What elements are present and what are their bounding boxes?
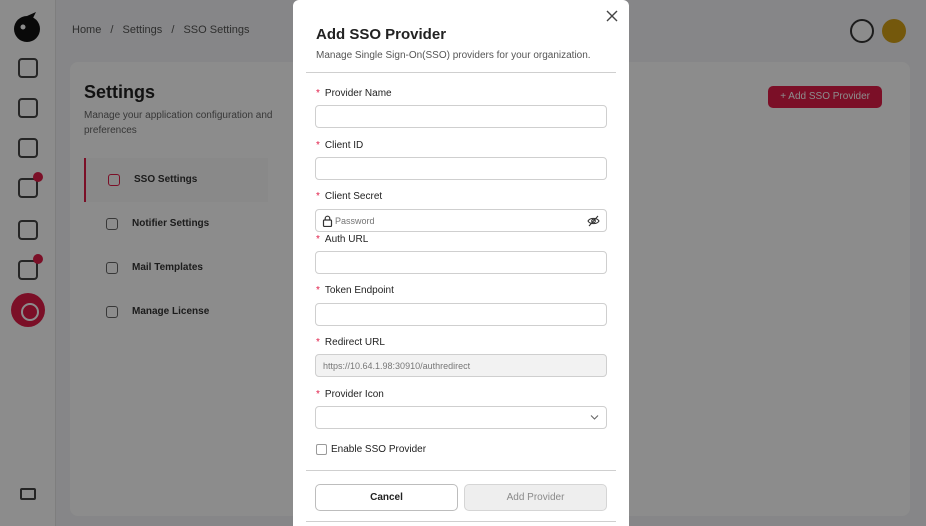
required-marker: * [316,234,320,245]
eye-off-icon[interactable] [587,215,600,227]
provider-name-input[interactable] [315,105,607,128]
dialog-title: Add SSO Provider [316,26,447,43]
client-secret-input[interactable] [335,210,583,231]
required-marker: * [316,191,320,202]
divider [306,521,616,522]
provider-icon-label: * Provider Icon [316,389,384,400]
dialog-description: Manage Single Sign-On(SSO) providers for… [316,50,591,61]
client-secret-label: * Client Secret [316,191,383,202]
enable-sso-provider-label[interactable]: Enable SSO Provider [331,444,426,455]
token-endpoint-input[interactable] [315,303,607,326]
cancel-button[interactable]: Cancel [315,484,458,511]
lock-icon [322,215,333,227]
redirect-url-input [315,354,607,377]
client-secret-field [315,209,607,232]
close-icon[interactable] [605,9,619,23]
provider-icon-select[interactable] [315,406,607,429]
required-marker: * [316,337,320,348]
required-marker: * [316,140,320,151]
chevron-down-icon [590,415,599,420]
enable-sso-provider-checkbox[interactable] [316,444,327,455]
auth-url-label: * Auth URL [316,234,369,245]
required-marker: * [316,88,320,99]
redirect-url-label: * Redirect URL [316,337,385,348]
token-endpoint-label: * Token Endpoint [316,285,394,296]
divider [306,470,616,471]
provider-name-label: * Provider Name [316,88,392,99]
divider [306,72,616,73]
add-provider-button[interactable]: Add Provider [464,484,607,511]
client-id-input[interactable] [315,157,607,180]
auth-url-input[interactable] [315,251,607,274]
required-marker: * [316,389,320,400]
client-id-label: * Client ID [316,140,364,151]
required-marker: * [316,285,320,296]
add-sso-provider-dialog: Add SSO Provider Manage Single Sign-On(S… [293,0,629,526]
